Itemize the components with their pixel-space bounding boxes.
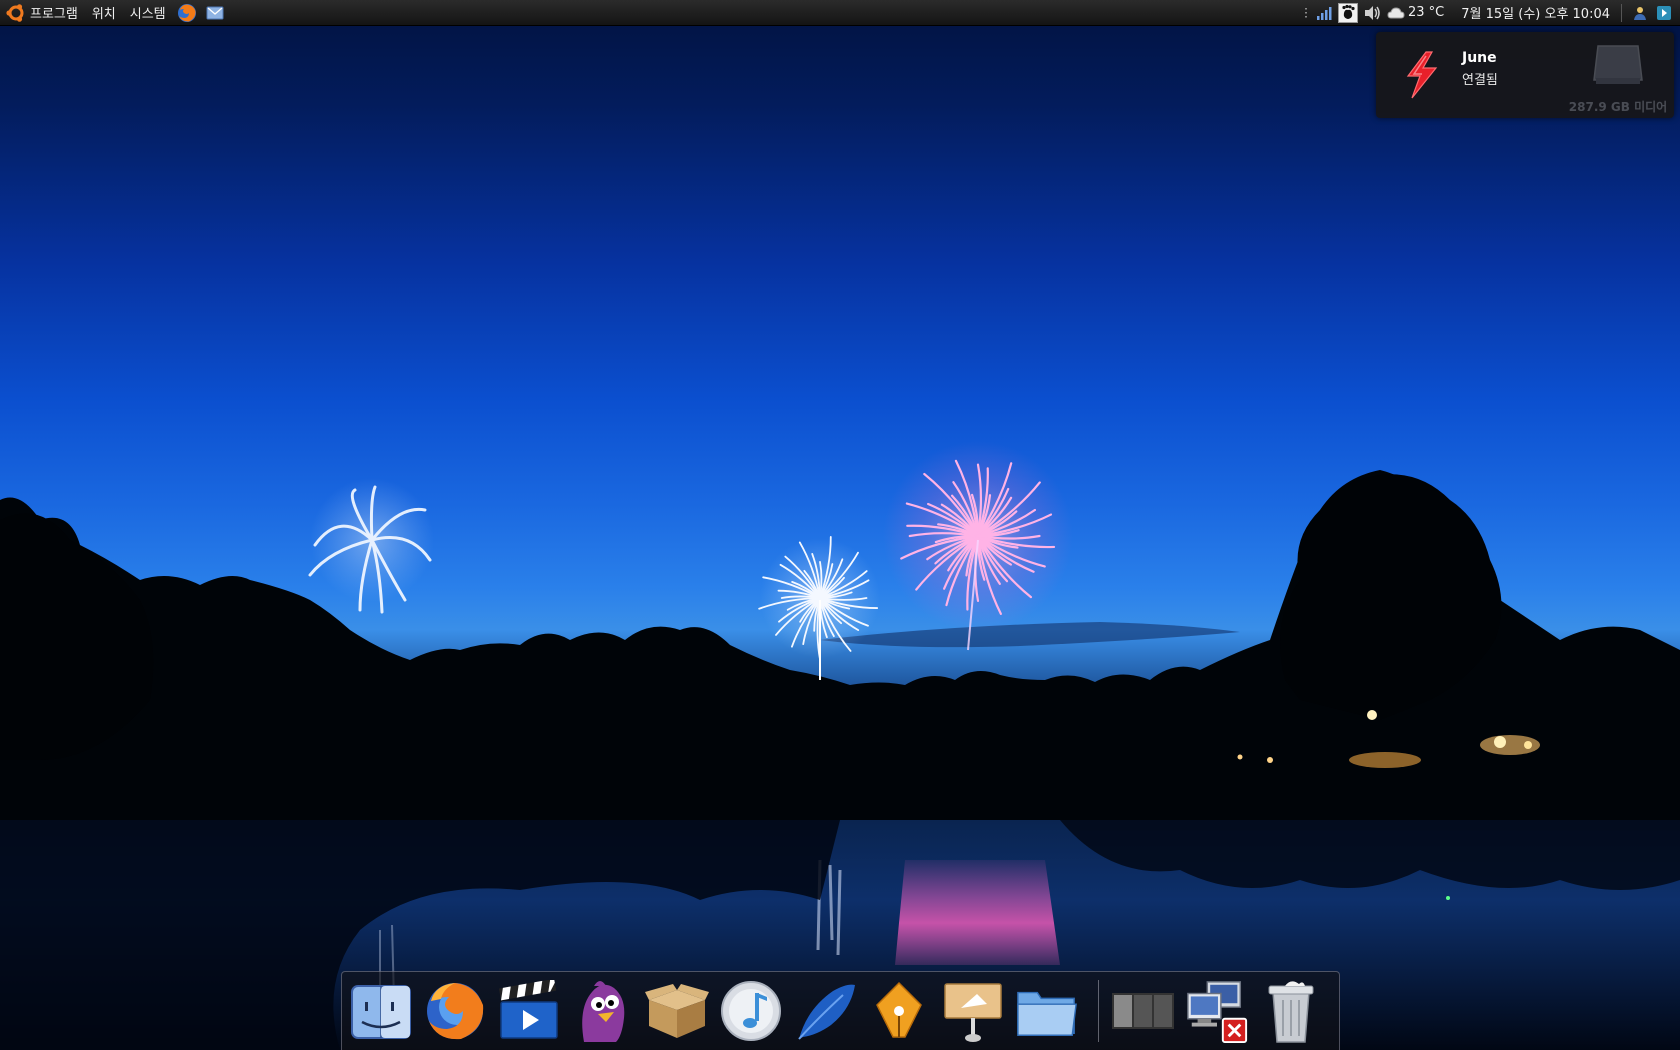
ubuntu-logo-icon[interactable] <box>4 1 28 25</box>
user-switch-icon[interactable] <box>1630 3 1650 23</box>
folder-icon[interactable] <box>1014 976 1080 1046</box>
hard-drive-icon <box>1593 45 1643 84</box>
finder-icon[interactable] <box>348 976 414 1046</box>
trash-icon[interactable] <box>1258 976 1324 1046</box>
menu-applications[interactable]: 프로그램 <box>28 0 85 25</box>
notification-bubble[interactable]: June 연결됨 287.9 GB 미디어 <box>1376 32 1674 118</box>
notification-body: 연결됨 <box>1462 73 1498 88</box>
volume-icon[interactable] <box>1362 3 1382 23</box>
video-clapperboard-icon[interactable] <box>496 976 562 1046</box>
panel-separator <box>1621 3 1622 22</box>
temperature-label[interactable]: 23 °C <box>1408 5 1449 20</box>
presentation-icon[interactable] <box>940 976 1006 1046</box>
drive-label: 287.9 GB 미디어 <box>1568 100 1668 114</box>
network-signal-icon[interactable] <box>1314 3 1334 23</box>
package-box-icon[interactable] <box>644 976 710 1046</box>
lightning-bolt-icon <box>1400 50 1444 100</box>
firefox-icon[interactable] <box>422 976 488 1046</box>
network-disconnected-icon[interactable] <box>1184 976 1250 1046</box>
panel-handle-icon <box>1302 3 1310 23</box>
desktop: 프로그램 위치 시스템 23 °C 7월 15일 (수) 오후 10:04 Ju… <box>0 0 1680 1050</box>
firefox-icon[interactable] <box>176 2 198 24</box>
email-icon[interactable] <box>204 2 226 24</box>
clock-label[interactable]: 7월 15일 (수) 오후 10:04 <box>1449 3 1615 22</box>
menu-places[interactable]: 위치 <box>85 0 123 25</box>
wallpaper <box>0 441 1680 1050</box>
shutdown-icon[interactable] <box>1654 3 1674 23</box>
feather-icon[interactable] <box>792 976 858 1046</box>
workspace-switcher-icon[interactable] <box>1110 976 1176 1046</box>
dock <box>341 971 1340 1050</box>
pen-nib-icon[interactable] <box>866 976 932 1046</box>
dock-separator <box>1098 980 1099 1042</box>
notification-title: June <box>1462 50 1497 66</box>
top-panel: 프로그램 위치 시스템 23 °C 7월 15일 (수) 오후 10:04 <box>0 0 1680 26</box>
weather-cloud-icon[interactable] <box>1386 3 1406 23</box>
music-icon[interactable] <box>718 976 784 1046</box>
menu-system[interactable]: 시스템 <box>123 0 173 25</box>
gnome-foot-icon[interactable] <box>1337 2 1358 23</box>
pidgin-icon[interactable] <box>570 976 636 1046</box>
hard-drive-item[interactable]: 287.9 GB 미디어 <box>1562 40 1674 116</box>
